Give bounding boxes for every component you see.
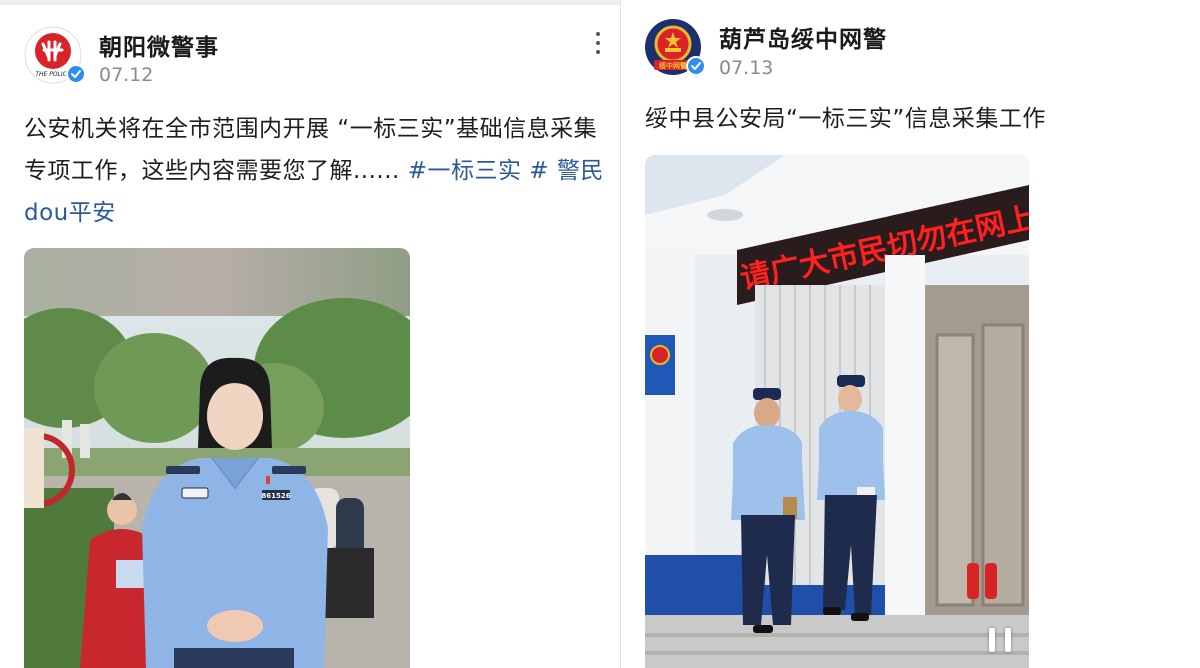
post-video-thumbnail[interactable]: 861526 xyxy=(24,248,410,668)
pause-icon[interactable] xyxy=(989,628,1011,652)
author-avatar[interactable]: THE POLICE xyxy=(24,26,86,84)
more-vertical-icon[interactable] xyxy=(591,30,605,56)
post-video-thumbnail[interactable]: 请广大市民切勿在网上发布不... xyxy=(645,155,1029,668)
avatar-caption: 绥中网警 xyxy=(659,61,687,70)
hashtag-link[interactable]: #一标三实 # xyxy=(408,158,549,184)
post-card-chaoyang: THE POLICE 朝阳微警事 07.12 公安机关将在全市范围内开展 “一标… xyxy=(0,0,620,668)
post-card-suizhong: 绥中网警 葫芦岛绥中网警 07.13 绥中县公安局“一标三实”信息采集工作 请广… xyxy=(621,0,1200,668)
police-badge-number: 861526 xyxy=(261,492,290,500)
video-frame: 861526 xyxy=(24,248,410,668)
video-frame: 请广大市民切勿在网上发布不... xyxy=(645,155,1029,668)
author-name[interactable]: 朝阳微警事 xyxy=(99,28,219,62)
post-text: 绥中县公安局“一标三实”信息采集工作 xyxy=(645,106,1046,132)
post-date: 07.13 xyxy=(719,57,774,79)
verified-check-icon xyxy=(66,64,86,84)
author-avatar[interactable]: 绥中网警 xyxy=(644,18,706,76)
verified-check-icon xyxy=(686,56,706,76)
author-name[interactable]: 葫芦岛绥中网警 xyxy=(719,20,887,54)
post-date: 07.12 xyxy=(99,64,154,86)
post-text: 公安机关将在全市范围内开展 “一标三实”基础信息采集专项工作，这些内容需要您了解… xyxy=(24,108,604,234)
